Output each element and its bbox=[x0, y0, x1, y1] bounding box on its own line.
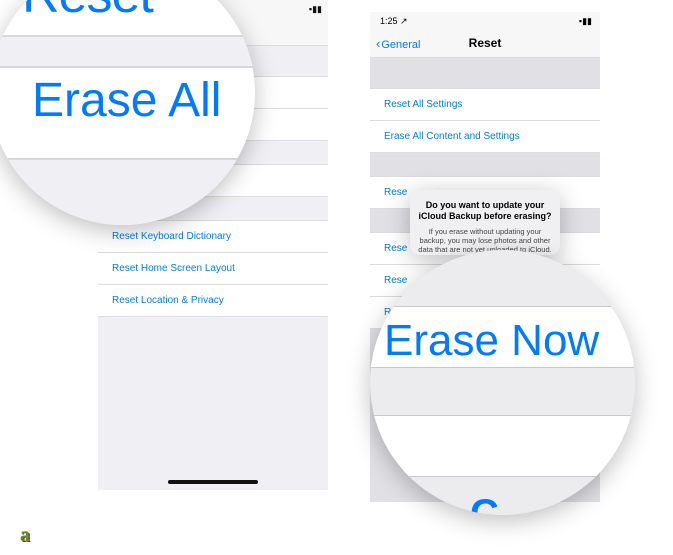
row-reset-location[interactable]: Reset Location & Privacy bbox=[98, 284, 328, 317]
erase-now-button[interactable]: Erase Now bbox=[384, 316, 634, 366]
row-reset-all-settings[interactable]: Reset All Settings bbox=[370, 88, 600, 121]
alert-dialog: Do you want to update your iCloud Backup… bbox=[410, 190, 560, 255]
magnified-text-reset: Reset bbox=[22, 0, 153, 25]
magnified-cancel-peek: C bbox=[470, 492, 499, 515]
page-title: Reset bbox=[370, 36, 600, 50]
row-erase-all-content[interactable]: Erase All Content and Settings bbox=[370, 120, 600, 153]
alert-title: Do you want to update your iCloud Backup… bbox=[418, 200, 552, 223]
status-bar-right: ▪▮▮ bbox=[309, 4, 322, 15]
home-indicator[interactable] bbox=[168, 480, 258, 484]
magnifier-right: Erase Now C bbox=[370, 250, 635, 515]
status-bar-right: ▪▮▮ bbox=[579, 16, 592, 27]
magnified-row bbox=[370, 415, 635, 477]
watermark: a bbox=[20, 524, 30, 547]
magnifier-left: Reset Erase All bbox=[0, 0, 255, 225]
nav-header: 1:25 ↗ ▪▮▮ ‹General Reset bbox=[370, 12, 600, 58]
status-time: 1:25 ↗ bbox=[380, 16, 408, 27]
magnified-erase-all[interactable]: Erase All bbox=[32, 73, 221, 128]
row-reset-home-screen[interactable]: Reset Home Screen Layout bbox=[98, 252, 328, 285]
